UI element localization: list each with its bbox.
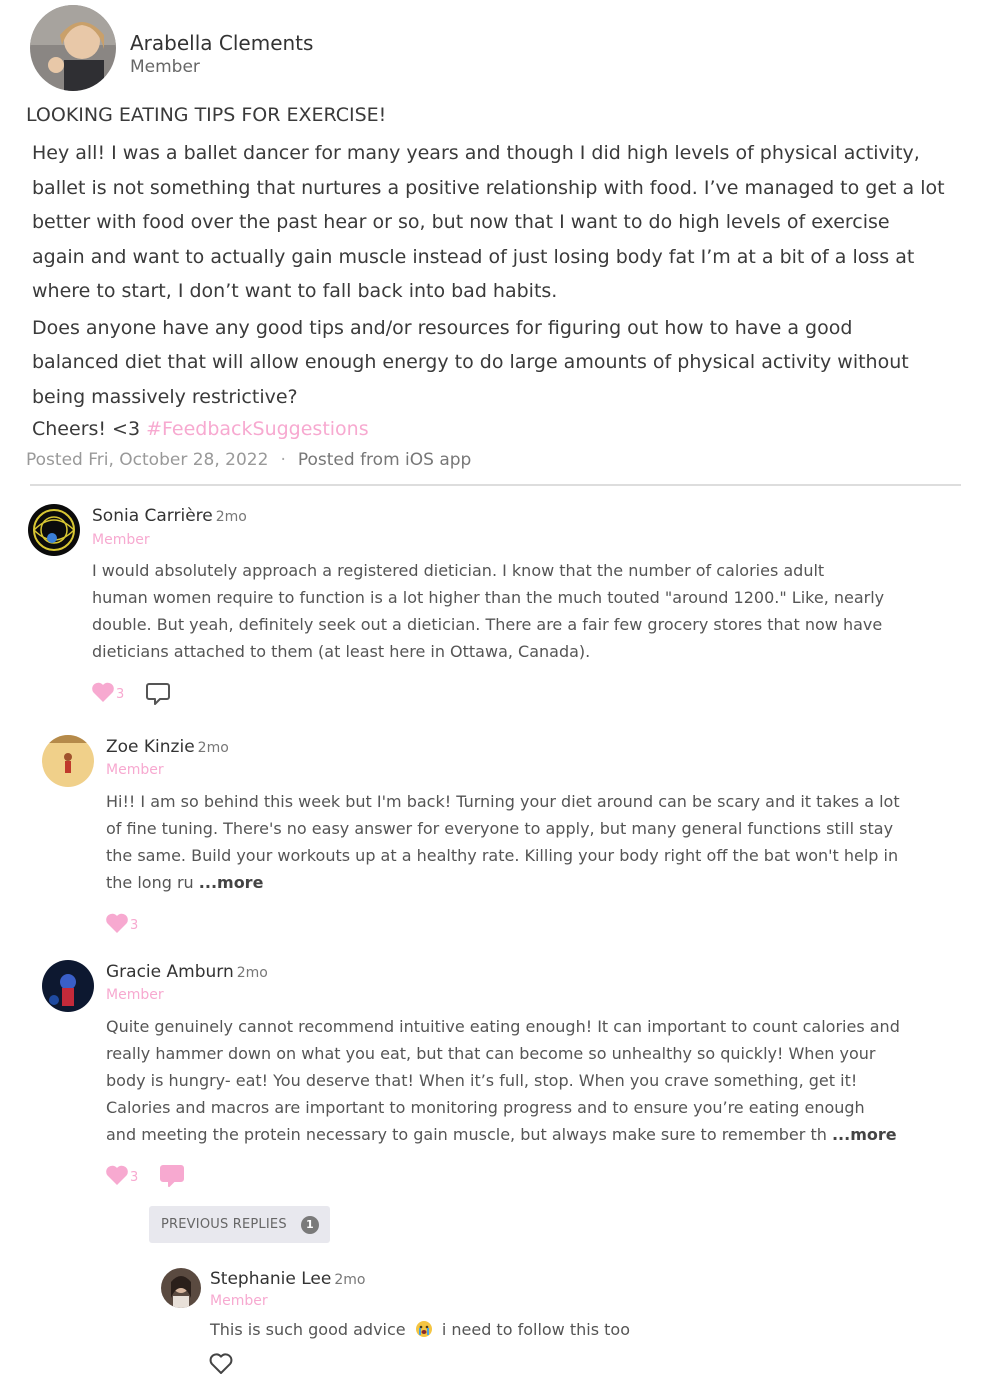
post-line: being massively restrictive? [32,385,298,408]
reply-button[interactable] [145,681,171,711]
post-title: LOOKING EATING TIPS FOR EXERCISE! [26,104,387,126]
commenter-name-text[interactable]: Zoe Kinzie [106,737,195,757]
previous-replies-button[interactable]: PREVIOUS REPLIES 1 [149,1206,330,1243]
speech-bubble-filled-icon [160,1165,184,1187]
like-count: 3 [130,918,139,933]
comment-line: and meeting the protein necessary to gai… [106,1121,946,1148]
comment-line: the same. Build your workouts up at a he… [106,846,899,865]
commenter-role: Member [106,987,164,1003]
more-link[interactable]: ...more [832,1125,897,1144]
commenter-name-text[interactable]: Gracie Amburn [106,962,234,982]
comment-line: really hammer down on what you eat, but … [106,1044,876,1063]
like-button[interactable]: 3 [105,1165,138,1186]
commenter-name-text[interactable]: Sonia Carrière [92,506,213,526]
post-source: Posted from iOS app [297,450,472,470]
post-line: again and want to actually gain muscle i… [32,245,915,268]
heart-outline-icon [209,1353,233,1374]
comment-line: double. But yeah, definitely seek out a … [92,615,883,634]
replier-name-text[interactable]: Stephanie Lee [210,1269,331,1289]
reply-text: This is such good advice i need to follo… [210,1316,910,1343]
heart-filled-icon [106,913,128,933]
post-paragraph-1: Hey all! I was a ballet dancer for many … [32,136,967,309]
previous-replies-label: PREVIOUS REPLIES [161,1217,287,1232]
commenter-avatar[interactable] [42,960,94,1012]
post-line: balanced diet that will allow enough ene… [32,351,909,373]
post-line: ballet is not something that nurtures a … [32,176,945,199]
replier-avatar[interactable] [161,1268,201,1308]
like-button[interactable]: 3 [91,682,124,703]
reply-text-after: i need to follow this too [441,1320,630,1339]
hashtag-link[interactable]: #FeedbackSuggestions [146,418,369,440]
comment-line-text: and meeting the protein necessary to gai… [106,1125,827,1144]
post-date: Posted Fri, October 28, 2022 [26,450,269,470]
post-line: where to start, I don’t want to fall bac… [32,280,558,302]
commenter-role: Member [92,532,150,548]
comment-line: body is hungry- eat! You deserve that! W… [106,1071,858,1090]
speech-bubble-icon [146,683,170,705]
post-meta: Posted Fri, October 28, 2022 · Posted from… [26,450,471,470]
comment-line: Calories and macros are important to mon… [106,1098,865,1117]
like-button[interactable]: 3 [105,913,138,934]
post-body: Hey all! I was a ballet dancer for many … [32,136,967,444]
comment-text: I would absolutely approach a registered… [92,557,922,665]
meta-separator: · [280,450,286,470]
crying-face-emoji-icon [415,1321,432,1337]
author-role: Member [130,57,200,77]
comment-line: I would absolutely approach a registered… [92,561,825,580]
comment-text: Hi!! I am so behind this week but I'm ba… [106,788,936,896]
comment-line: the long ru ...more [106,869,936,896]
like-count: 3 [130,1170,139,1185]
like-button[interactable] [209,1353,233,1375]
reply-text-before: This is such good advice [210,1320,406,1339]
comment-text: Quite genuinely cannot recommend intuiti… [106,1013,946,1148]
previous-replies-count: 1 [300,1215,319,1234]
like-count: 3 [116,687,125,702]
comment-line: human women require to function is a lot… [92,588,885,607]
more-link[interactable]: ...more [199,873,264,892]
heart-filled-icon [106,1165,128,1185]
post-closing: Cheers! <3 #FeedbackSuggestions [32,414,967,444]
comment-line: Quite genuinely cannot recommend intuiti… [106,1017,900,1036]
heart-filled-icon [92,682,114,702]
commenter-avatar[interactable] [42,735,94,787]
post-author: Arabella Clements Member [30,5,510,95]
commenter-name[interactable]: Sonia Carrière 2mo [92,506,247,526]
comment-time: 2mo [197,740,229,756]
post-paragraph-2: Does anyone have any good tips and/or re… [32,311,967,415]
reply-button[interactable] [159,1163,185,1193]
commenter-name[interactable]: Gracie Amburn 2mo [106,962,268,982]
post-line: better with food over the past hear or s… [32,211,890,233]
author-avatar[interactable] [30,5,116,91]
commenter-avatar[interactable] [28,504,80,556]
post-closing-text: Cheers! <3 [32,418,141,440]
author-name[interactable]: Arabella Clements [130,31,313,55]
comment-line: dieticians attached to them (at least he… [92,642,591,661]
replier-role: Member [210,1293,268,1309]
commenter-name[interactable]: Zoe Kinzie 2mo [106,737,229,757]
reply-time: 2mo [334,1272,366,1288]
replier-name[interactable]: Stephanie Lee 2mo [210,1269,365,1289]
divider [30,484,961,486]
post-line: Hey all! I was a ballet dancer for many … [32,142,920,164]
comment-time: 2mo [215,509,247,525]
comment-line: Hi!! I am so behind this week but I'm ba… [106,792,900,811]
post-line: Does anyone have any good tips and/or re… [32,316,853,339]
comment-time: 2mo [236,965,268,981]
comment-line: of fine tuning. There's no easy answer f… [106,819,894,838]
comment-line-text: the long ru [106,873,194,892]
commenter-role: Member [106,762,164,778]
